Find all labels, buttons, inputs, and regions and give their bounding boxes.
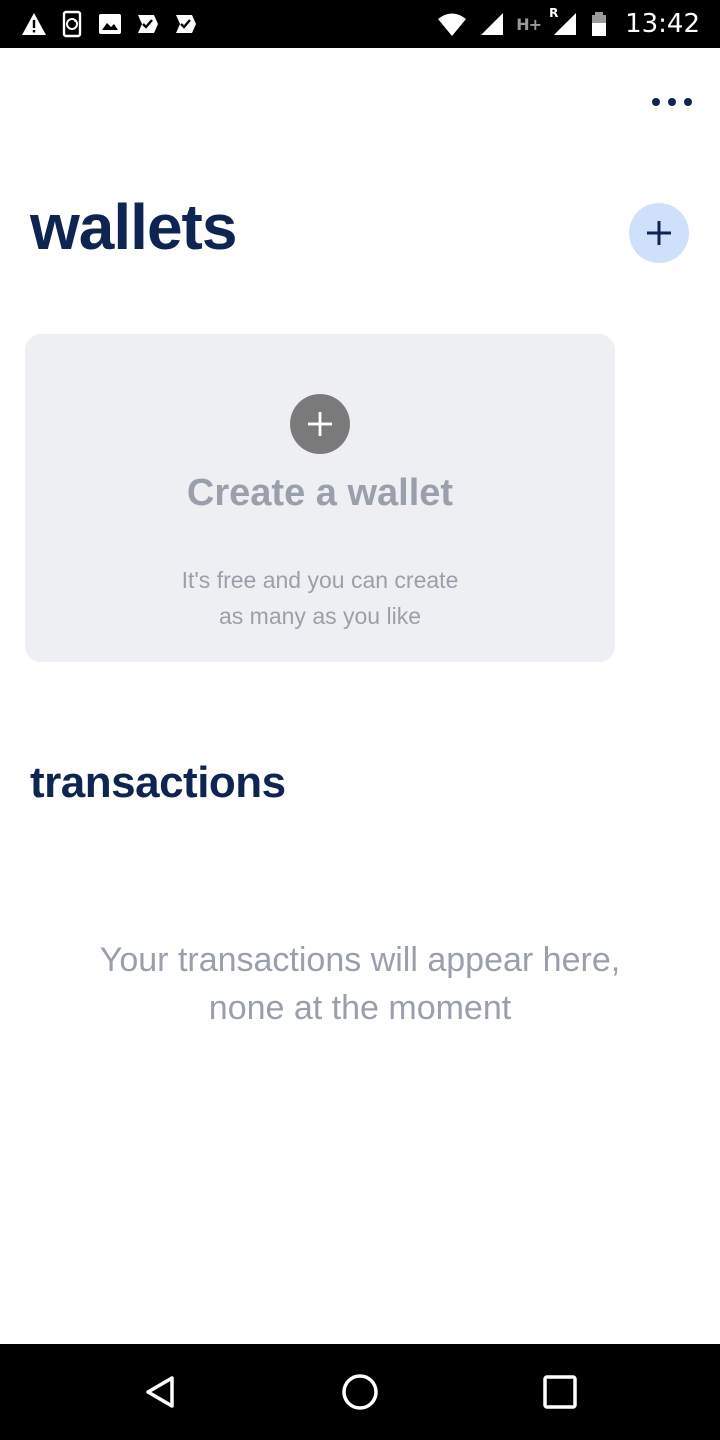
more-horizontal-icon[interactable]	[652, 88, 692, 116]
status-bar: H+ R 13:42	[0, 0, 720, 48]
signal-roaming-icon: R	[549, 6, 579, 38]
create-wallet-subtitle-line: as many as you like	[219, 603, 421, 629]
more-dot	[668, 98, 676, 106]
plus-icon	[308, 412, 332, 436]
clock: 13:42	[625, 9, 700, 39]
create-wallet-plus-button[interactable]	[290, 394, 350, 454]
network-type-label: H+	[516, 14, 542, 34]
more-dot	[652, 98, 660, 106]
wifi-icon	[436, 10, 468, 38]
create-wallet-card[interactable]: Create a wallet It's free and you can cr…	[25, 334, 615, 662]
home-circle-icon[interactable]	[340, 1372, 380, 1412]
checkmark-badge-icon	[134, 10, 162, 38]
create-wallet-title: Create a wallet	[186, 472, 454, 514]
more-dot	[684, 98, 692, 106]
status-bar-right: H+ R 13:42	[436, 0, 700, 48]
wallets-title: wallets	[30, 191, 237, 263]
image-icon	[96, 10, 124, 38]
battery-icon	[589, 10, 609, 38]
plus-icon	[647, 221, 671, 245]
phone-sync-icon	[58, 10, 86, 38]
add-wallet-button[interactable]	[629, 203, 689, 263]
signal-icon	[478, 10, 506, 38]
roaming-label: R	[549, 6, 559, 20]
back-triangle-icon[interactable]	[140, 1372, 180, 1412]
checkmark-badge-icon	[172, 10, 200, 38]
transactions-empty-line: Your transactions will appear here,	[99, 941, 621, 979]
status-bar-left	[20, 8, 200, 40]
transactions-empty-state: Your transactions will appear here, none…	[0, 936, 720, 1032]
warning-icon	[20, 10, 48, 38]
transactions-empty-line: none at the moment	[208, 989, 512, 1027]
create-wallet-subtitle: It's free and you can create as many as …	[25, 562, 615, 634]
transactions-title: transactions	[30, 758, 286, 807]
recents-square-icon[interactable]	[540, 1372, 580, 1412]
create-wallet-subtitle-line: It's free and you can create	[181, 567, 459, 593]
navigation-bar	[0, 1344, 720, 1440]
